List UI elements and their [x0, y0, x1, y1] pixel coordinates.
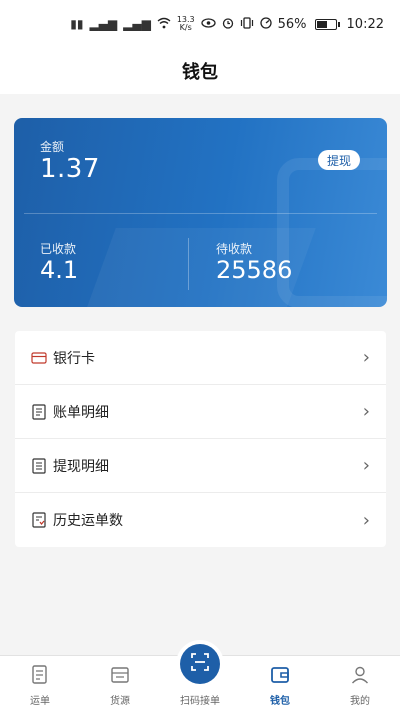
menu-item-history-waybill[interactable]: 历史运单数 ›: [15, 493, 386, 547]
menu-item-label: 历史运单数: [53, 513, 123, 529]
alarm-icon: [222, 17, 234, 32]
wifi-icon: [157, 17, 171, 32]
scan-button[interactable]: [180, 644, 220, 684]
menu-item-label: 账单明细: [53, 404, 109, 421]
wallet-watermark-icon: [277, 158, 387, 307]
amount-value: 1.37: [40, 154, 100, 184]
vibrate-icon: [240, 16, 254, 32]
nav-label: 运单: [30, 696, 50, 707]
performance-icon: [259, 16, 272, 32]
battery-icon: [314, 18, 340, 30]
history-icon: [31, 512, 47, 528]
user-icon: [349, 664, 371, 686]
cargo-box-icon: [109, 664, 131, 686]
signal-5g-icon: ▂▄▆: [123, 17, 151, 31]
eye-icon: [200, 17, 216, 31]
page-title: 钱包: [182, 62, 218, 83]
waybill-icon: [29, 664, 51, 686]
chevron-right-icon: ›: [362, 455, 370, 476]
chevron-right-icon: ›: [362, 401, 370, 422]
menu-item-withdraw-detail[interactable]: 提现明细 ›: [15, 439, 386, 493]
withdraw-record-icon: [31, 457, 47, 474]
bank-card-icon: [31, 350, 47, 366]
battery-level: [316, 20, 327, 28]
pending-label: 待收款: [216, 242, 253, 256]
amount-label: 金额: [40, 140, 65, 154]
nav-item-waybill[interactable]: 运单: [0, 655, 80, 711]
status-bar: ▮▮ ▂▄▆ ▂▄▆ 13.3 K/s 56% 10:22: [0, 0, 400, 48]
status-icons: ▮▮ ▂▄▆ ▂▄▆ 13.3 K/s 56% 10:22: [70, 16, 384, 32]
menu-item-label: 提现明细: [53, 458, 109, 475]
chevron-right-icon: ›: [362, 509, 370, 531]
net-speed: 13.3 K/s: [177, 16, 195, 32]
nav-label: 扫码接单: [180, 696, 220, 707]
received-value: 4.1: [40, 256, 79, 284]
scan-button-wrap: [176, 640, 224, 688]
nav-item-profile[interactable]: 我的: [320, 655, 400, 711]
nav-label: 我的: [350, 696, 370, 707]
nav-item-wallet[interactable]: 钱包: [240, 655, 320, 711]
menu-item-bank-card[interactable]: 银行卡 ›: [15, 331, 386, 385]
scan-icon: [191, 653, 209, 675]
chevron-right-icon: ›: [362, 347, 370, 368]
menu-item-bill-detail[interactable]: 账单明细 ›: [15, 385, 386, 439]
net-speed-unit: K/s: [179, 23, 192, 32]
received-label: 已收款: [40, 242, 77, 256]
card-divider: [24, 213, 377, 214]
wallet-card: 金额 1.37 提现 已收款 4.1 待收款 25586: [14, 118, 387, 307]
menu-item-label: 银行卡: [53, 350, 95, 367]
hd-signal-icon: ▮▮: [70, 17, 84, 31]
bill-icon: [31, 403, 47, 420]
wallet-menu: 银行卡 › 账单明细 › 提现明细 › 历史运单数 ›: [15, 331, 386, 547]
nav-label: 货源: [110, 696, 130, 707]
column-divider: [188, 238, 189, 290]
withdraw-button[interactable]: 提现: [318, 150, 360, 170]
clock: 10:22: [346, 16, 384, 32]
page-header: 钱包: [0, 48, 400, 94]
signal-2g-icon: ▂▄▆: [89, 17, 118, 31]
nav-item-cargo-source[interactable]: 货源: [80, 655, 160, 711]
battery-percent: 56%: [277, 16, 307, 32]
pending-value: 25586: [216, 256, 293, 284]
wallet-icon: [269, 664, 291, 686]
nav-label: 钱包: [270, 696, 290, 707]
